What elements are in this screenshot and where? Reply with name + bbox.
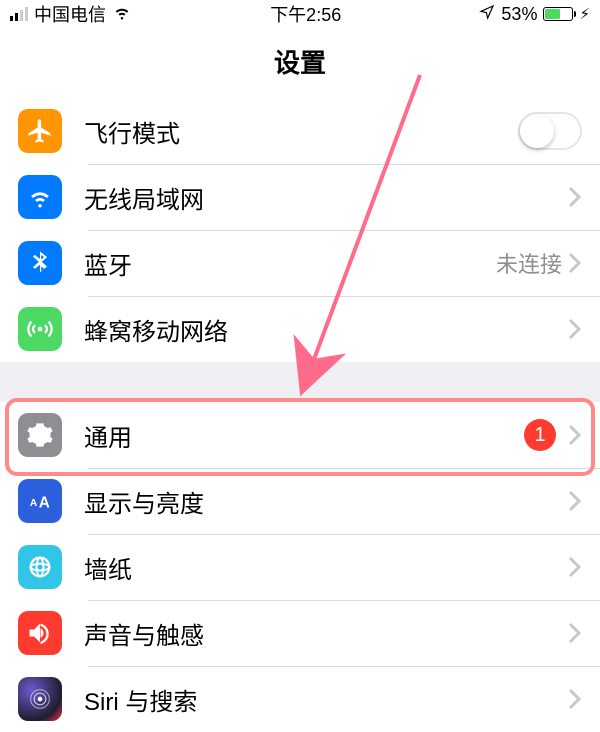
battery-icon [543, 7, 573, 21]
page-title: 设置 [0, 28, 600, 98]
sound-row[interactable]: 声音与触感 [0, 600, 600, 666]
cellular-row[interactable]: 蜂窝移动网络 [0, 296, 600, 362]
text-size-icon: AA [18, 479, 62, 523]
wifi-label: 无线局域网 [84, 180, 568, 215]
sound-icon [18, 611, 62, 655]
siri-icon [18, 677, 62, 721]
airplane-label: 飞行模式 [84, 114, 518, 149]
wifi-row[interactable]: 无线局域网 [0, 164, 600, 230]
sound-label: 声音与触感 [84, 616, 568, 651]
status-time: 下午2:56 [270, 1, 341, 27]
airplane-icon [18, 109, 62, 153]
location-icon [479, 4, 495, 25]
bluetooth-icon [18, 241, 62, 285]
svg-text:A: A [30, 498, 38, 509]
status-bar: 中国电信 下午2:56 53% ⚡︎ [0, 0, 600, 28]
gear-icon [18, 413, 62, 457]
svg-text:A: A [39, 494, 50, 511]
settings-group-connectivity: 飞行模式 无线局域网 蓝牙 未连接 蜂窝移动网络 [0, 98, 600, 362]
general-label: 通用 [84, 418, 524, 453]
cellular-signal-icon [10, 7, 28, 21]
carrier-label: 中国电信 [34, 1, 106, 27]
chevron-right-icon [568, 688, 582, 710]
wifi-icon [112, 2, 132, 27]
bluetooth-row[interactable]: 蓝牙 未连接 [0, 230, 600, 296]
battery-percent: 53% [501, 4, 537, 25]
chevron-right-icon [568, 186, 582, 208]
notification-badge: 1 [524, 419, 556, 451]
wallpaper-row[interactable]: 墙纸 [0, 534, 600, 600]
charging-icon: ⚡︎ [579, 5, 590, 23]
cellular-icon [18, 307, 62, 351]
settings-group-general: 通用 1 AA 显示与亮度 墙纸 声音与触感 Siri 与搜索 [0, 402, 600, 732]
airplane-mode-row[interactable]: 飞行模式 [0, 98, 600, 164]
chevron-right-icon [568, 556, 582, 578]
display-label: 显示与亮度 [84, 484, 568, 519]
cellular-label: 蜂窝移动网络 [84, 312, 568, 347]
chevron-right-icon [568, 490, 582, 512]
bluetooth-label: 蓝牙 [84, 246, 496, 281]
chevron-right-icon [568, 622, 582, 644]
wallpaper-label: 墙纸 [84, 550, 568, 585]
display-row[interactable]: AA 显示与亮度 [0, 468, 600, 534]
siri-row[interactable]: Siri 与搜索 [0, 666, 600, 732]
bluetooth-status: 未连接 [496, 247, 562, 279]
chevron-right-icon [568, 424, 582, 446]
chevron-right-icon [568, 318, 582, 340]
wifi-settings-icon [18, 175, 62, 219]
airplane-toggle[interactable] [518, 112, 582, 150]
siri-label: Siri 与搜索 [84, 682, 568, 717]
wallpaper-icon [18, 545, 62, 589]
general-row[interactable]: 通用 1 [0, 402, 600, 468]
chevron-right-icon [568, 252, 582, 274]
